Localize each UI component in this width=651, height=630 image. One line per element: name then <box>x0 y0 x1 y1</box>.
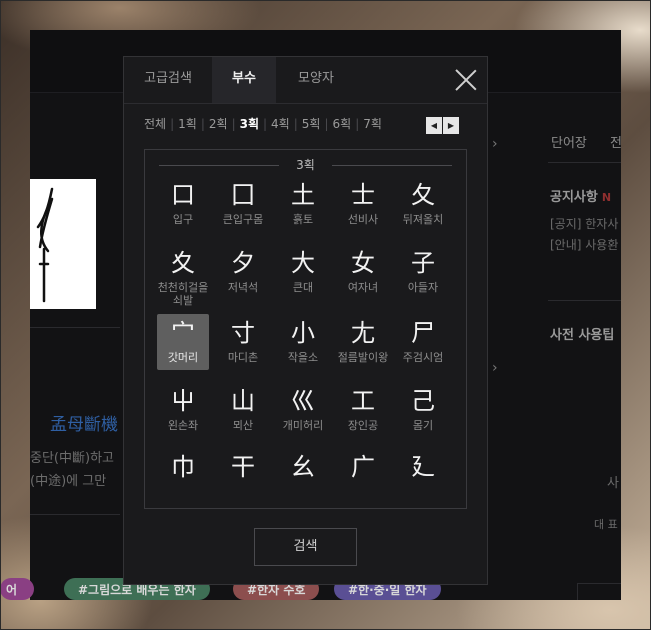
radical-item[interactable]: 幺 <box>277 452 329 485</box>
radical-character: 幺 <box>291 453 315 481</box>
radical-item[interactable]: 子 아들자 <box>397 248 449 294</box>
radical-item[interactable]: 夂 뒤져올치 <box>397 180 449 226</box>
tab-advanced-search[interactable]: 고급검색 <box>124 57 212 103</box>
stroke-filter-7[interactable]: 7획 <box>363 117 382 131</box>
radical-item[interactable]: 夕 저녁석 <box>217 248 269 294</box>
radical-character: 女 <box>351 249 375 277</box>
radical-item[interactable]: 口 입구 <box>157 180 209 226</box>
stroke-filter-bar: 전체 | 1획 | 2획 | 3획 | 4획 | 5획 | 6획 | 7획 <box>144 115 382 135</box>
radical-item[interactable]: 士 선비사 <box>337 180 389 226</box>
radical-item[interactable]: 土 흙토 <box>277 180 329 226</box>
stroke-filter-5[interactable]: 5획 <box>302 117 321 131</box>
stroke-filter-1[interactable]: 1획 <box>178 117 197 131</box>
radical-character: 工 <box>351 387 375 415</box>
radical-name: 흙토 <box>292 213 314 226</box>
radical-item[interactable]: 女 여자녀 <box>337 248 389 294</box>
tab-shape[interactable]: 모양자 <box>276 57 356 103</box>
separator: | <box>324 117 329 131</box>
tab-radical[interactable]: 부수 <box>212 57 276 103</box>
radical-character: 廴 <box>411 453 435 481</box>
radical-name: 작을소 <box>287 351 319 364</box>
radical-name: 마디촌 <box>227 351 259 364</box>
separator: | <box>231 117 236 131</box>
stroke-filter-4[interactable]: 4획 <box>271 117 290 131</box>
stroke-filter-2[interactable]: 2획 <box>209 117 228 131</box>
radical-item[interactable]: 寸 마디촌 <box>217 318 269 364</box>
modal-tab-bar: 고급검색 부수 모양자 <box>124 57 487 104</box>
radical-item[interactable]: 大 큰대 <box>277 248 329 294</box>
separator: | <box>355 117 360 131</box>
radical-item[interactable]: 屮 왼손좌 <box>157 386 209 432</box>
radical-item[interactable]: 囗 큰입구몸 <box>217 180 269 226</box>
radical-name: 여자녀 <box>347 281 379 294</box>
radical-character: 寸 <box>231 319 255 347</box>
radical-character: 干 <box>231 453 255 481</box>
radical-name: 왼손좌 <box>167 419 199 432</box>
radical-character: 口 <box>171 181 195 209</box>
radical-name: 입구 <box>172 213 194 226</box>
prev-page-button[interactable]: ◀ <box>426 117 442 134</box>
radical-name: 절름발이왕 <box>337 351 389 364</box>
radical-character: 广 <box>351 453 375 481</box>
radical-character: 夊 <box>171 249 195 277</box>
radical-character: 尸 <box>411 319 435 347</box>
radical-name: 장인공 <box>347 419 379 432</box>
radical-name: 주검시엄 <box>402 351 444 364</box>
separator: | <box>263 117 268 131</box>
radical-item[interactable]: 干 <box>217 452 269 485</box>
radical-name: 큰입구몸 <box>222 213 264 226</box>
stroke-filter-6[interactable]: 6획 <box>333 117 352 131</box>
radical-name: 천천히걸을쇠발 <box>157 281 209 307</box>
radical-item[interactable]: 巾 <box>157 452 209 485</box>
separator: | <box>200 117 205 131</box>
separator: | <box>293 117 298 131</box>
radical-character: 巾 <box>171 453 195 481</box>
radical-character: 囗 <box>231 181 255 209</box>
radical-character: 屮 <box>171 387 195 415</box>
radical-item[interactable]: 广 <box>337 452 389 485</box>
radical-character: 尢 <box>351 319 375 347</box>
radical-search-modal: 고급검색 부수 모양자 전체 | 1획 | 2획 | 3획 | 4획 | 5획 | 6획 | 7획 ◀ ▶ … <box>123 56 488 585</box>
separator: | <box>170 117 175 131</box>
radical-item[interactable]: 宀 갓머리 <box>157 314 209 370</box>
stroke-group-label: 3획 <box>145 156 466 174</box>
radical-character: 己 <box>411 387 435 415</box>
radical-item[interactable]: 山 뫼산 <box>217 386 269 432</box>
radical-character: 夕 <box>231 249 255 277</box>
radical-item[interactable]: 廴 <box>397 452 449 485</box>
radical-item[interactable]: 巛 개미허리 <box>277 386 329 432</box>
stroke-filter-all[interactable]: 전체 <box>144 117 166 131</box>
radical-character: 士 <box>351 181 375 209</box>
radical-name: 뒤져올치 <box>402 213 444 226</box>
radical-character: 大 <box>291 249 315 277</box>
radical-item[interactable]: 己 몸기 <box>397 386 449 432</box>
radical-character: 小 <box>291 319 315 347</box>
radical-name: 큰대 <box>292 281 314 294</box>
radical-item[interactable]: 夊 천천히걸을쇠발 <box>157 248 209 307</box>
radical-character: 宀 <box>171 319 195 347</box>
radical-character: 巛 <box>291 387 315 415</box>
radical-name: 갓머리 <box>167 351 199 364</box>
radical-grid: 3획 口 입구 囗 큰입구몸 土 흙토 士 선비사 夂 뒤져올치 夊 천천히걸을쇠발 夕 저녁석 大 큰대 女 여… <box>144 149 467 509</box>
next-page-button[interactable]: ▶ <box>443 117 459 134</box>
radical-name: 개미허리 <box>282 419 324 432</box>
search-button[interactable]: 검색 <box>254 528 357 566</box>
radical-character: 山 <box>231 387 255 415</box>
radical-item[interactable]: 尢 절름발이왕 <box>337 318 389 364</box>
radical-item[interactable]: 工 장인공 <box>337 386 389 432</box>
radical-character: 夂 <box>411 181 435 209</box>
radical-name: 선비사 <box>347 213 379 226</box>
radical-item[interactable]: 小 작을소 <box>277 318 329 364</box>
radical-item[interactable]: 尸 주검시엄 <box>397 318 449 364</box>
radical-name: 아들자 <box>407 281 439 294</box>
close-icon[interactable] <box>455 69 477 91</box>
radical-character: 子 <box>411 249 435 277</box>
radical-name: 몸기 <box>412 419 434 432</box>
radical-name: 뫼산 <box>232 419 254 432</box>
radical-character: 土 <box>291 181 315 209</box>
radical-name: 저녁석 <box>227 281 259 294</box>
stroke-filter-3[interactable]: 3획 <box>240 117 259 131</box>
